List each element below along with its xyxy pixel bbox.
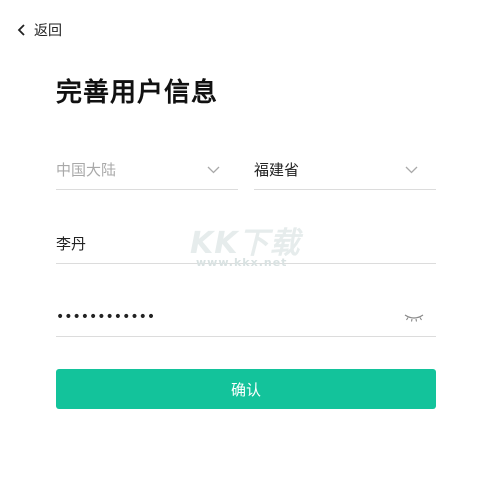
back-button[interactable]: 返回 bbox=[17, 19, 62, 41]
region-select[interactable]: 中国大陆 bbox=[56, 150, 238, 190]
province-value: 福建省 bbox=[254, 161, 300, 179]
name-value: 李丹 bbox=[56, 235, 87, 253]
back-label: 返回 bbox=[34, 23, 62, 39]
chevron-left-icon bbox=[17, 24, 25, 36]
province-select[interactable]: 福建省 bbox=[254, 150, 436, 190]
chevron-down-icon bbox=[207, 166, 220, 173]
password-value: •••••••••••• bbox=[56, 308, 156, 325]
password-toggle[interactable] bbox=[404, 312, 424, 322]
confirm-button[interactable]: 确认 bbox=[56, 369, 436, 409]
chevron-down-icon bbox=[405, 166, 418, 173]
eye-closed-icon bbox=[404, 313, 424, 322]
page-title: 完善用户信息 bbox=[56, 78, 219, 108]
region-placeholder: 中国大陆 bbox=[56, 161, 117, 179]
name-input[interactable]: 李丹 bbox=[56, 224, 436, 264]
password-input[interactable]: •••••••••••• bbox=[56, 297, 436, 337]
